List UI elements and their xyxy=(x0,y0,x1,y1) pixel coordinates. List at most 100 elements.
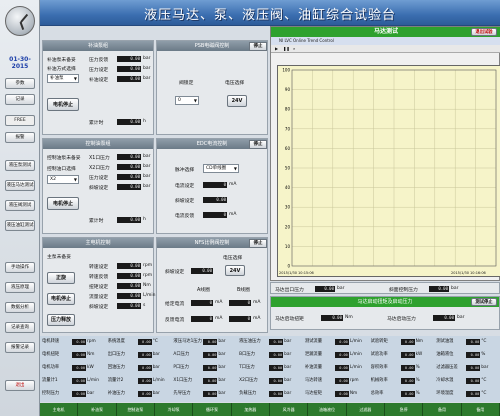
row-label: 斜坡设定 xyxy=(165,270,185,275)
footer-status-cell: 加热器 xyxy=(231,403,270,416)
pump-test-button[interactable]: 液压泵测试 xyxy=(5,160,35,171)
data-unit: bar xyxy=(218,352,226,357)
manual-button[interactable]: 手动操作 xyxy=(5,262,35,273)
data-label: 先导压力 xyxy=(173,391,191,396)
analysis-button[interactable]: 数据分析 xyxy=(5,302,35,313)
data-unit: Nm xyxy=(415,339,423,344)
unit: s xyxy=(143,303,146,308)
unit: bar xyxy=(143,154,151,159)
data-unit: L/min xyxy=(87,378,99,383)
data-value: 0.00 xyxy=(203,365,218,371)
data-unit: kW xyxy=(415,352,423,357)
data-value: 0.00 xyxy=(269,339,284,345)
data-label: 流量计2 xyxy=(107,378,124,383)
valve-test-button[interactable]: 液压阀测试 xyxy=(5,200,35,211)
data-label: 冷却水温 xyxy=(436,378,454,383)
data-label: 马达扭矩 xyxy=(304,391,323,396)
query-button[interactable]: 记录查询 xyxy=(5,322,35,333)
header: 液压马达、泵、液压阀、油缸综合试验台 xyxy=(40,0,500,26)
forward-button[interactable]: 正旋 xyxy=(47,272,75,284)
startup-torque-panel: 马达启动扭矩及启动压力 测试停止 马达启动扭矩 0.00 Nm 马达启动压力 0… xyxy=(270,296,500,330)
panel-title: 补油泵组 xyxy=(43,41,153,51)
pressure-strip: 马达出口压力 0.00 bar 斜面控制压力 0.00 bar xyxy=(270,282,500,294)
stop-button[interactable]: 停止 xyxy=(249,140,267,149)
panel-title: 主电机控制 xyxy=(43,238,153,248)
value-display: 0.00 xyxy=(117,174,141,180)
volt-label: 电压选择 xyxy=(225,81,245,86)
data-unit: bar xyxy=(284,339,292,344)
volt-24v-button[interactable]: 24V xyxy=(227,95,247,107)
lock-select[interactable]: 0 ▼ xyxy=(175,96,199,105)
schematic-button[interactable]: 液压原理 xyxy=(5,282,35,293)
main-motor-panel: 主电机控制 主泵未备妥 正旋 电机停止 压力释放 转速设定 0.00 rpm 转… xyxy=(42,237,156,333)
unit: mA xyxy=(253,316,261,321)
motor-stop-button[interactable]: 电机停止 xyxy=(47,293,75,305)
unit: bar xyxy=(143,76,151,81)
data-label: 总效率 xyxy=(370,391,384,396)
data-row: 流量计1 0.00 L/min 流量计2 0.00 L/min X1口压力 0.00 bar X2… xyxy=(40,376,500,386)
data-unit: °C xyxy=(481,378,487,383)
data-label: 容积效率 xyxy=(370,365,388,370)
data-label: 环境温度 xyxy=(436,391,454,396)
unit: mA xyxy=(215,300,223,305)
motor-test-button[interactable]: 液压马达测试 xyxy=(5,180,35,191)
unit: bar xyxy=(143,66,151,71)
exit-test-button[interactable]: 退出试验 xyxy=(471,28,497,36)
volt-24v-button[interactable]: 24V xyxy=(225,265,245,276)
exit-button[interactable]: 退出 xyxy=(5,380,35,391)
play-icon[interactable]: ▶ xyxy=(275,46,278,51)
motor-stop-button[interactable]: 电机停止 xyxy=(47,98,79,111)
zoom-icon[interactable]: ⌕ xyxy=(293,46,295,51)
value-display: 0.00 xyxy=(117,184,141,190)
value-display: 0.00 xyxy=(429,286,449,292)
row-label: 反馈电流 xyxy=(165,318,185,323)
data-unit: bar xyxy=(152,352,160,357)
motor-stop-button[interactable]: 电机停止 xyxy=(47,197,79,210)
pulse-select[interactable]: CD单线圈 ▼ xyxy=(203,164,239,173)
y-tick-label: 10 xyxy=(285,244,291,249)
value-display: 0 xyxy=(229,300,251,306)
data-row: 电机扭矩 0.00 Nm 出口压力 0.00 bar A口压力 0.00 bar B口压力 0.00… xyxy=(40,350,500,360)
data-unit: kW xyxy=(87,365,94,370)
volt-label: 电压选择 xyxy=(223,256,243,261)
data-unit: °C xyxy=(481,391,487,396)
trend-menubar: ▶ ❚❚ ⌕ xyxy=(271,45,500,53)
row-label: 电流设定 xyxy=(175,184,195,189)
footer-status-bar: 主电机 补油泵 控制油泵 冷却泵 循环泵 加热器 风冷器 油箱液位 过滤器 急停 备用 备用 xyxy=(40,403,500,416)
data-value: 0.00 xyxy=(72,391,86,397)
stop-button[interactable]: 停止 xyxy=(249,239,267,248)
unit: rpm xyxy=(143,263,153,268)
coil-a-label: A线圈 xyxy=(197,288,210,293)
value-display: 0.00 xyxy=(117,293,141,299)
test-stop-button[interactable]: 测试停止 xyxy=(471,298,497,306)
mode-select[interactable]: 补油泵 ▼ xyxy=(47,74,79,83)
data-unit: Nm xyxy=(87,352,95,357)
record-button[interactable]: 记录 xyxy=(5,94,35,105)
alarm-log-button[interactable]: 报警记录 xyxy=(5,342,35,353)
params-button[interactable]: 参数 xyxy=(5,78,35,89)
port-select[interactable]: X2 ▼ xyxy=(47,175,79,184)
unit: bar xyxy=(337,286,345,291)
data-value: 0.00 xyxy=(203,352,218,358)
data-value: 0.00 xyxy=(203,391,218,397)
unit: rpm xyxy=(143,273,153,278)
pause-icon[interactable]: ❚❚ xyxy=(283,46,290,51)
value-display: 0.00 xyxy=(117,263,141,269)
value-display: 0 xyxy=(191,300,213,306)
data-value: 0.00 xyxy=(72,352,86,358)
footer-status-cell: 主电机 xyxy=(40,403,79,416)
pressure-release-button[interactable]: 压力释放 xyxy=(47,314,75,326)
value-display: 0.00 xyxy=(321,315,343,321)
data-unit: bar xyxy=(218,339,226,344)
data-value: 0.00 xyxy=(400,378,415,384)
footer-status-cell: 风冷器 xyxy=(270,403,309,416)
trend-toolbar: NI LVC Online Trend Control xyxy=(271,37,500,45)
row-label: 给定电流 xyxy=(165,302,185,307)
alarm-button[interactable]: 报警 xyxy=(5,132,35,143)
timer-label: 累计时 xyxy=(89,219,104,224)
pulse-label: 脉冲选择 xyxy=(175,168,195,173)
value-display: 0 xyxy=(191,316,213,322)
stop-button[interactable]: 停止 xyxy=(249,42,267,51)
row-label: 马达启动压力 xyxy=(387,317,416,322)
cylinder-test-button[interactable]: 液压油缸测试 xyxy=(5,220,35,231)
